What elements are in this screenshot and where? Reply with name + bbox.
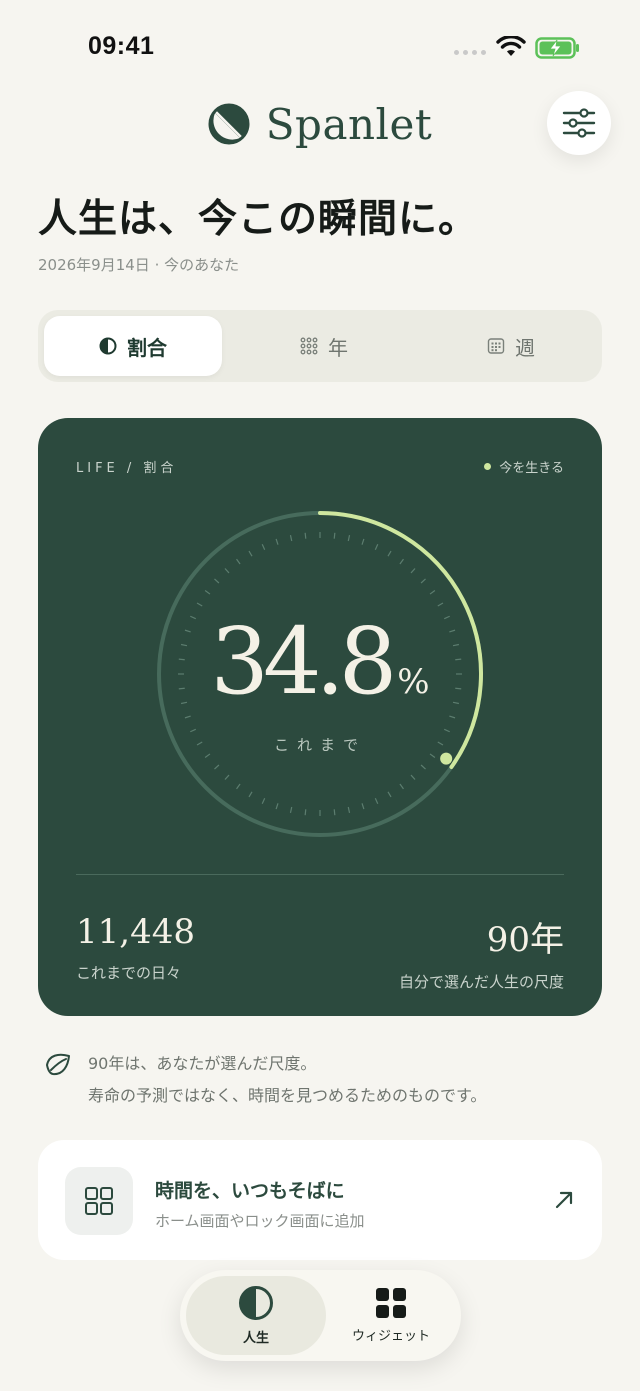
- ring-tick: [275, 538, 279, 545]
- years-caption: 自分で選んだ人生の尺度: [398, 973, 564, 991]
- cellular-signal-icon: [454, 50, 486, 55]
- ring-tick: [443, 728, 450, 733]
- ring-tick: [261, 797, 266, 804]
- tab-label: 人生: [242, 1331, 269, 1346]
- ring-tick: [429, 590, 436, 595]
- ring-tick: [387, 791, 392, 798]
- widget-title: 時間を、いつもそばに: [155, 1180, 345, 1202]
- ring-tick: [261, 544, 266, 551]
- date-subtitle: 2026年9月14日 · 今のあなた: [38, 256, 240, 274]
- ring-tick: [410, 568, 416, 574]
- percent-symbol: %: [397, 662, 430, 702]
- battery-icon: [535, 37, 579, 59]
- card-divider: [76, 874, 564, 875]
- tab-label: ウィジェット: [351, 1329, 430, 1344]
- segment-label: 割合: [127, 335, 167, 360]
- ring-tick: [361, 803, 365, 810]
- widget-subtitle: ホーム画面やロック画面に追加: [155, 1212, 365, 1230]
- ring-tick: [399, 783, 404, 790]
- segment-ratio[interactable]: 割合: [44, 316, 222, 376]
- calendar-grid-icon: [487, 338, 505, 354]
- card-label: LIFE / 割合: [76, 461, 178, 476]
- years-stat: 90年 自分で選んだ人生の尺度: [399, 912, 564, 992]
- ring-tick: [420, 578, 426, 584]
- app-title: Spanlet: [265, 99, 433, 149]
- ring-tick: [204, 590, 211, 595]
- app-header: Spanlet: [0, 99, 640, 149]
- segment-label: 週: [515, 335, 535, 360]
- segment-week[interactable]: 週: [426, 316, 596, 376]
- ring-tick: [236, 783, 241, 790]
- days-caption: これまでの日々: [76, 964, 182, 982]
- ring-tick: [224, 568, 230, 574]
- years-value: 90年: [486, 920, 564, 960]
- bottom-tab-bar: 人生 ウィジェット: [180, 1270, 461, 1361]
- live-dot-icon: [484, 463, 492, 470]
- ring-tick: [347, 806, 351, 814]
- ring-tick: [248, 550, 253, 557]
- days-stat: 11,448 これまでの日々: [76, 912, 195, 983]
- ring-tick: [420, 764, 426, 770]
- ring-tick: [214, 764, 220, 770]
- percent-display: 34.8 %: [38, 608, 602, 715]
- ring-tick: [374, 544, 379, 551]
- ring-tick: [387, 550, 392, 557]
- ring-tick: [289, 534, 293, 542]
- ring-tick: [214, 578, 220, 584]
- arrow-up-right-icon: [555, 1191, 573, 1209]
- leaf-icon: [46, 1053, 70, 1076]
- ring-tick: [304, 532, 307, 539]
- four-squares-icon: [376, 1288, 406, 1318]
- ring-tick: [449, 715, 456, 719]
- settings-button[interactable]: [547, 91, 611, 155]
- ring-tick: [410, 774, 416, 780]
- ring-tick: [347, 534, 351, 542]
- note-line-2: 寿命の予測ではなく、時間を見つめるためのものです。: [88, 1086, 487, 1105]
- half-circle-icon: [99, 337, 117, 355]
- ring-tick: [374, 797, 379, 804]
- sliders-icon: [562, 108, 596, 138]
- ring-tick: [190, 728, 197, 733]
- note-line-1: 90年は、あなたが選んだ尺度。: [88, 1054, 317, 1073]
- widget-icon-box: [65, 1167, 133, 1235]
- dot-grid-icon: [300, 337, 318, 355]
- status-time: 09:41: [88, 32, 155, 60]
- ring-tick: [437, 602, 444, 607]
- ring-tick: [333, 809, 336, 816]
- ring-tick: [236, 558, 241, 565]
- days-value: 11,448: [76, 912, 195, 952]
- live-indicator: 今を生きる: [484, 457, 564, 476]
- view-mode-segmented-control: 割合 年 週: [38, 310, 602, 382]
- ring-tick: [224, 774, 230, 780]
- ring-tick: [361, 538, 365, 545]
- status-bar: 09:41: [0, 0, 640, 90]
- ring-tick: [196, 602, 203, 607]
- wifi-icon: [496, 36, 526, 56]
- half-circle-icon: [239, 1286, 273, 1320]
- add-widget-card[interactable]: 時間を、いつもそばに ホーム画面やロック画面に追加: [38, 1140, 602, 1260]
- ring-tick: [304, 809, 307, 816]
- logo-icon: [208, 103, 250, 145]
- tab-widget[interactable]: ウィジェット: [326, 1276, 456, 1355]
- live-label: 今を生きる: [499, 461, 564, 476]
- life-progress-card: LIFE / 割合 今を生きる 34.8 % これまで 11,448 これまでの…: [38, 418, 602, 1016]
- ring-tick: [399, 558, 404, 565]
- ring-tick: [333, 532, 336, 539]
- segment-label: 年: [328, 335, 348, 360]
- ring-tick: [289, 806, 293, 814]
- page-title: 人生は、今この瞬間に。: [38, 196, 479, 242]
- tab-life[interactable]: 人生: [186, 1276, 326, 1355]
- segment-year[interactable]: 年: [234, 316, 414, 376]
- widget-grid-icon: [85, 1187, 113, 1215]
- ring-tick: [184, 715, 191, 719]
- percent-value: 34.8: [210, 608, 397, 715]
- ring-tick: [275, 803, 279, 810]
- ring-tick: [248, 791, 253, 798]
- percent-caption: これまで: [273, 736, 366, 754]
